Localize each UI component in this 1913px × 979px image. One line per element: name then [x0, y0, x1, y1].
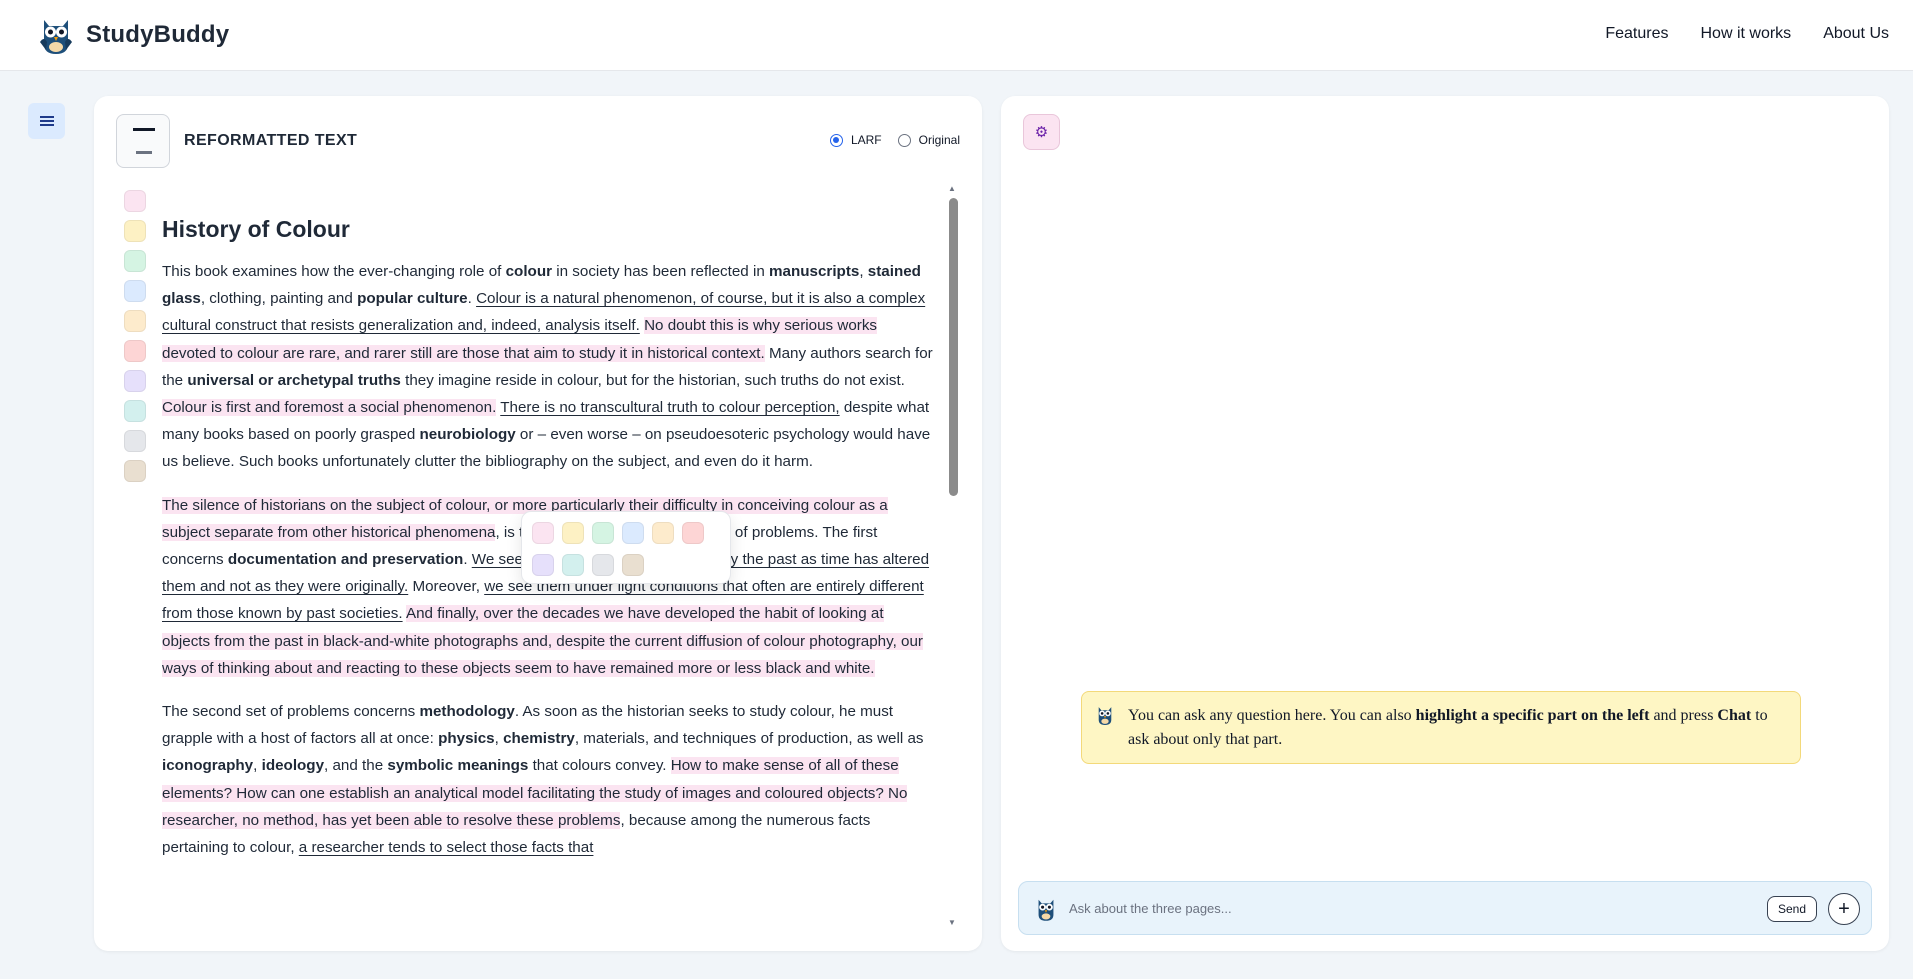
picker-color-blue[interactable]	[622, 522, 644, 544]
brand-name: StudyBuddy	[86, 21, 230, 48]
chat-panel: ⚙ You can ask any question here. You can…	[1001, 96, 1889, 951]
highlight-color-gray[interactable]	[124, 430, 146, 452]
nav-how-it-works[interactable]: How it works	[1701, 25, 1792, 43]
hamburger-icon	[39, 116, 54, 126]
chat-tip-message: You can ask any question here. You can a…	[1081, 691, 1801, 764]
paragraph-3[interactable]: The second set of problems concerns meth…	[162, 698, 934, 861]
picker-color-tan[interactable]	[622, 554, 644, 576]
document-heading: History of Colour	[162, 216, 350, 242]
picker-color-orange[interactable]	[652, 522, 674, 544]
highlight-color-yellow[interactable]	[124, 220, 146, 242]
picker-color-gray[interactable]	[592, 554, 614, 576]
highlight-color-orange[interactable]	[124, 310, 146, 332]
panel-title: REFORMATTED TEXT	[184, 132, 358, 149]
picker-color-teal[interactable]	[562, 554, 584, 576]
view-mode-toggle: LARF Original	[829, 133, 960, 147]
scrollbar-thumb[interactable]	[949, 198, 958, 496]
highlight-color-red[interactable]	[124, 340, 146, 362]
brand[interactable]: StudyBuddy	[36, 14, 229, 56]
scroll-down-arrow-icon[interactable]: ▼	[948, 918, 956, 927]
add-attachment-button[interactable]: +	[1828, 893, 1860, 925]
radio-original-label[interactable]: Original	[919, 133, 960, 147]
highlight-color-purple[interactable]	[124, 370, 146, 392]
radio-larf-label[interactable]: LARF	[851, 133, 882, 147]
reformatted-text-panel: REFORMATTED TEXT LARF Original History o…	[94, 96, 982, 951]
send-button[interactable]: Send	[1767, 896, 1818, 922]
highlight-color-pink[interactable]	[124, 190, 146, 212]
document-icon	[133, 128, 155, 131]
scroll-up-arrow-icon[interactable]: ▲	[948, 184, 956, 193]
picker-color-pink[interactable]	[532, 522, 554, 544]
nav-features[interactable]: Features	[1605, 25, 1668, 43]
highlight-color-tan[interactable]	[124, 460, 146, 482]
nav-about-us[interactable]: About Us	[1823, 25, 1889, 43]
radio-original[interactable]	[897, 133, 911, 147]
picker-color-purple[interactable]	[532, 554, 554, 576]
sidebar-toggle-button[interactable]	[28, 103, 65, 139]
paragraph-1[interactable]: This book examines how the ever-changing…	[162, 258, 934, 476]
top-navbar: StudyBuddy Features How it works About U…	[0, 0, 1913, 71]
document-view-button[interactable]	[116, 114, 170, 168]
picker-color-red[interactable]	[682, 522, 704, 544]
picker-color-yellow[interactable]	[562, 522, 584, 544]
highlight-color-column	[124, 190, 146, 490]
radio-larf[interactable]	[829, 133, 843, 147]
gear-icon: ⚙	[1034, 124, 1049, 141]
main-nav: Features How it works About Us	[1605, 25, 1889, 43]
document-icon-line	[136, 151, 152, 154]
owl-avatar-icon	[1098, 707, 1112, 725]
settings-button[interactable]: ⚙	[1023, 114, 1060, 150]
owl-avatar-icon	[1038, 899, 1054, 921]
chat-input-bar: Send +	[1018, 881, 1872, 935]
owl-logo-icon	[40, 20, 72, 54]
chat-input[interactable]	[1069, 894, 1569, 922]
highlight-color-picker	[521, 511, 731, 584]
highlight-color-blue[interactable]	[124, 280, 146, 302]
highlight-color-green[interactable]	[124, 250, 146, 272]
picker-color-green[interactable]	[592, 522, 614, 544]
highlight-color-teal[interactable]	[124, 400, 146, 422]
